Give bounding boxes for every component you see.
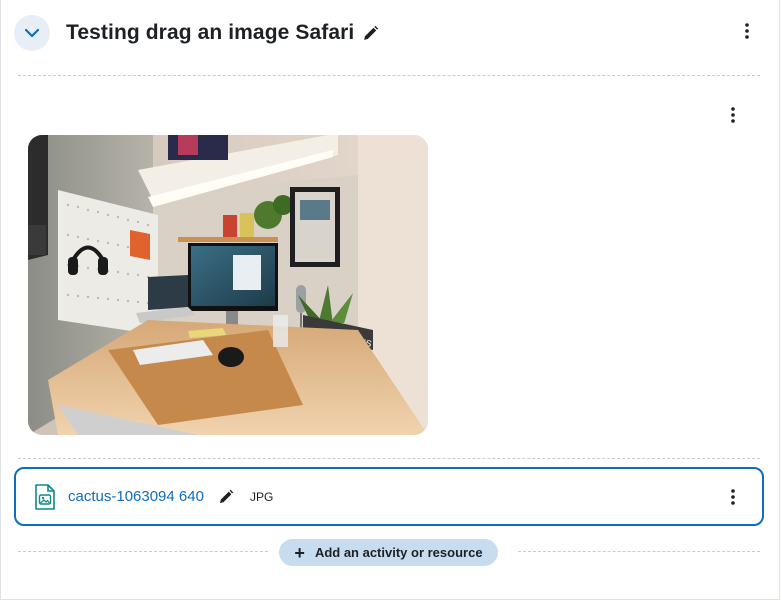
kebab-icon	[745, 23, 749, 39]
section-title: Testing drag an image Safari	[66, 21, 355, 44]
edit-file-name-button[interactable]	[218, 489, 234, 505]
collapse-section-button[interactable]	[14, 15, 50, 51]
file-menu-button[interactable]	[723, 487, 743, 507]
add-activity-button[interactable]: + Add an activity or resource	[279, 539, 498, 566]
image-menu-button[interactable]	[723, 105, 743, 125]
add-activity-label: Add an activity or resource	[314, 545, 483, 560]
pencil-icon	[219, 489, 234, 503]
file-type-badge: JPG	[249, 489, 274, 504]
section-divider	[18, 75, 760, 76]
plus-icon: +	[294, 542, 305, 563]
chevron-down-icon	[24, 28, 40, 38]
kebab-icon	[731, 107, 735, 123]
pencil-icon	[364, 25, 379, 40]
section-header: Testing drag an image Safari	[14, 14, 768, 52]
add-divider-left	[18, 551, 268, 552]
edit-title-button[interactable]	[362, 25, 379, 42]
desk-setup-image: NO BAD DAYS	[28, 135, 428, 435]
file-name-link[interactable]: cactus-1063094 640	[68, 488, 204, 505]
desk-photo: NO BAD DAYS	[28, 135, 428, 435]
image-divider	[18, 458, 760, 459]
section-menu-button[interactable]	[737, 21, 757, 41]
add-divider-right	[518, 551, 760, 552]
kebab-icon	[731, 489, 735, 505]
file-resource-card: cactus-1063094 640 JPG	[14, 467, 764, 526]
image-file-icon	[34, 483, 56, 510]
